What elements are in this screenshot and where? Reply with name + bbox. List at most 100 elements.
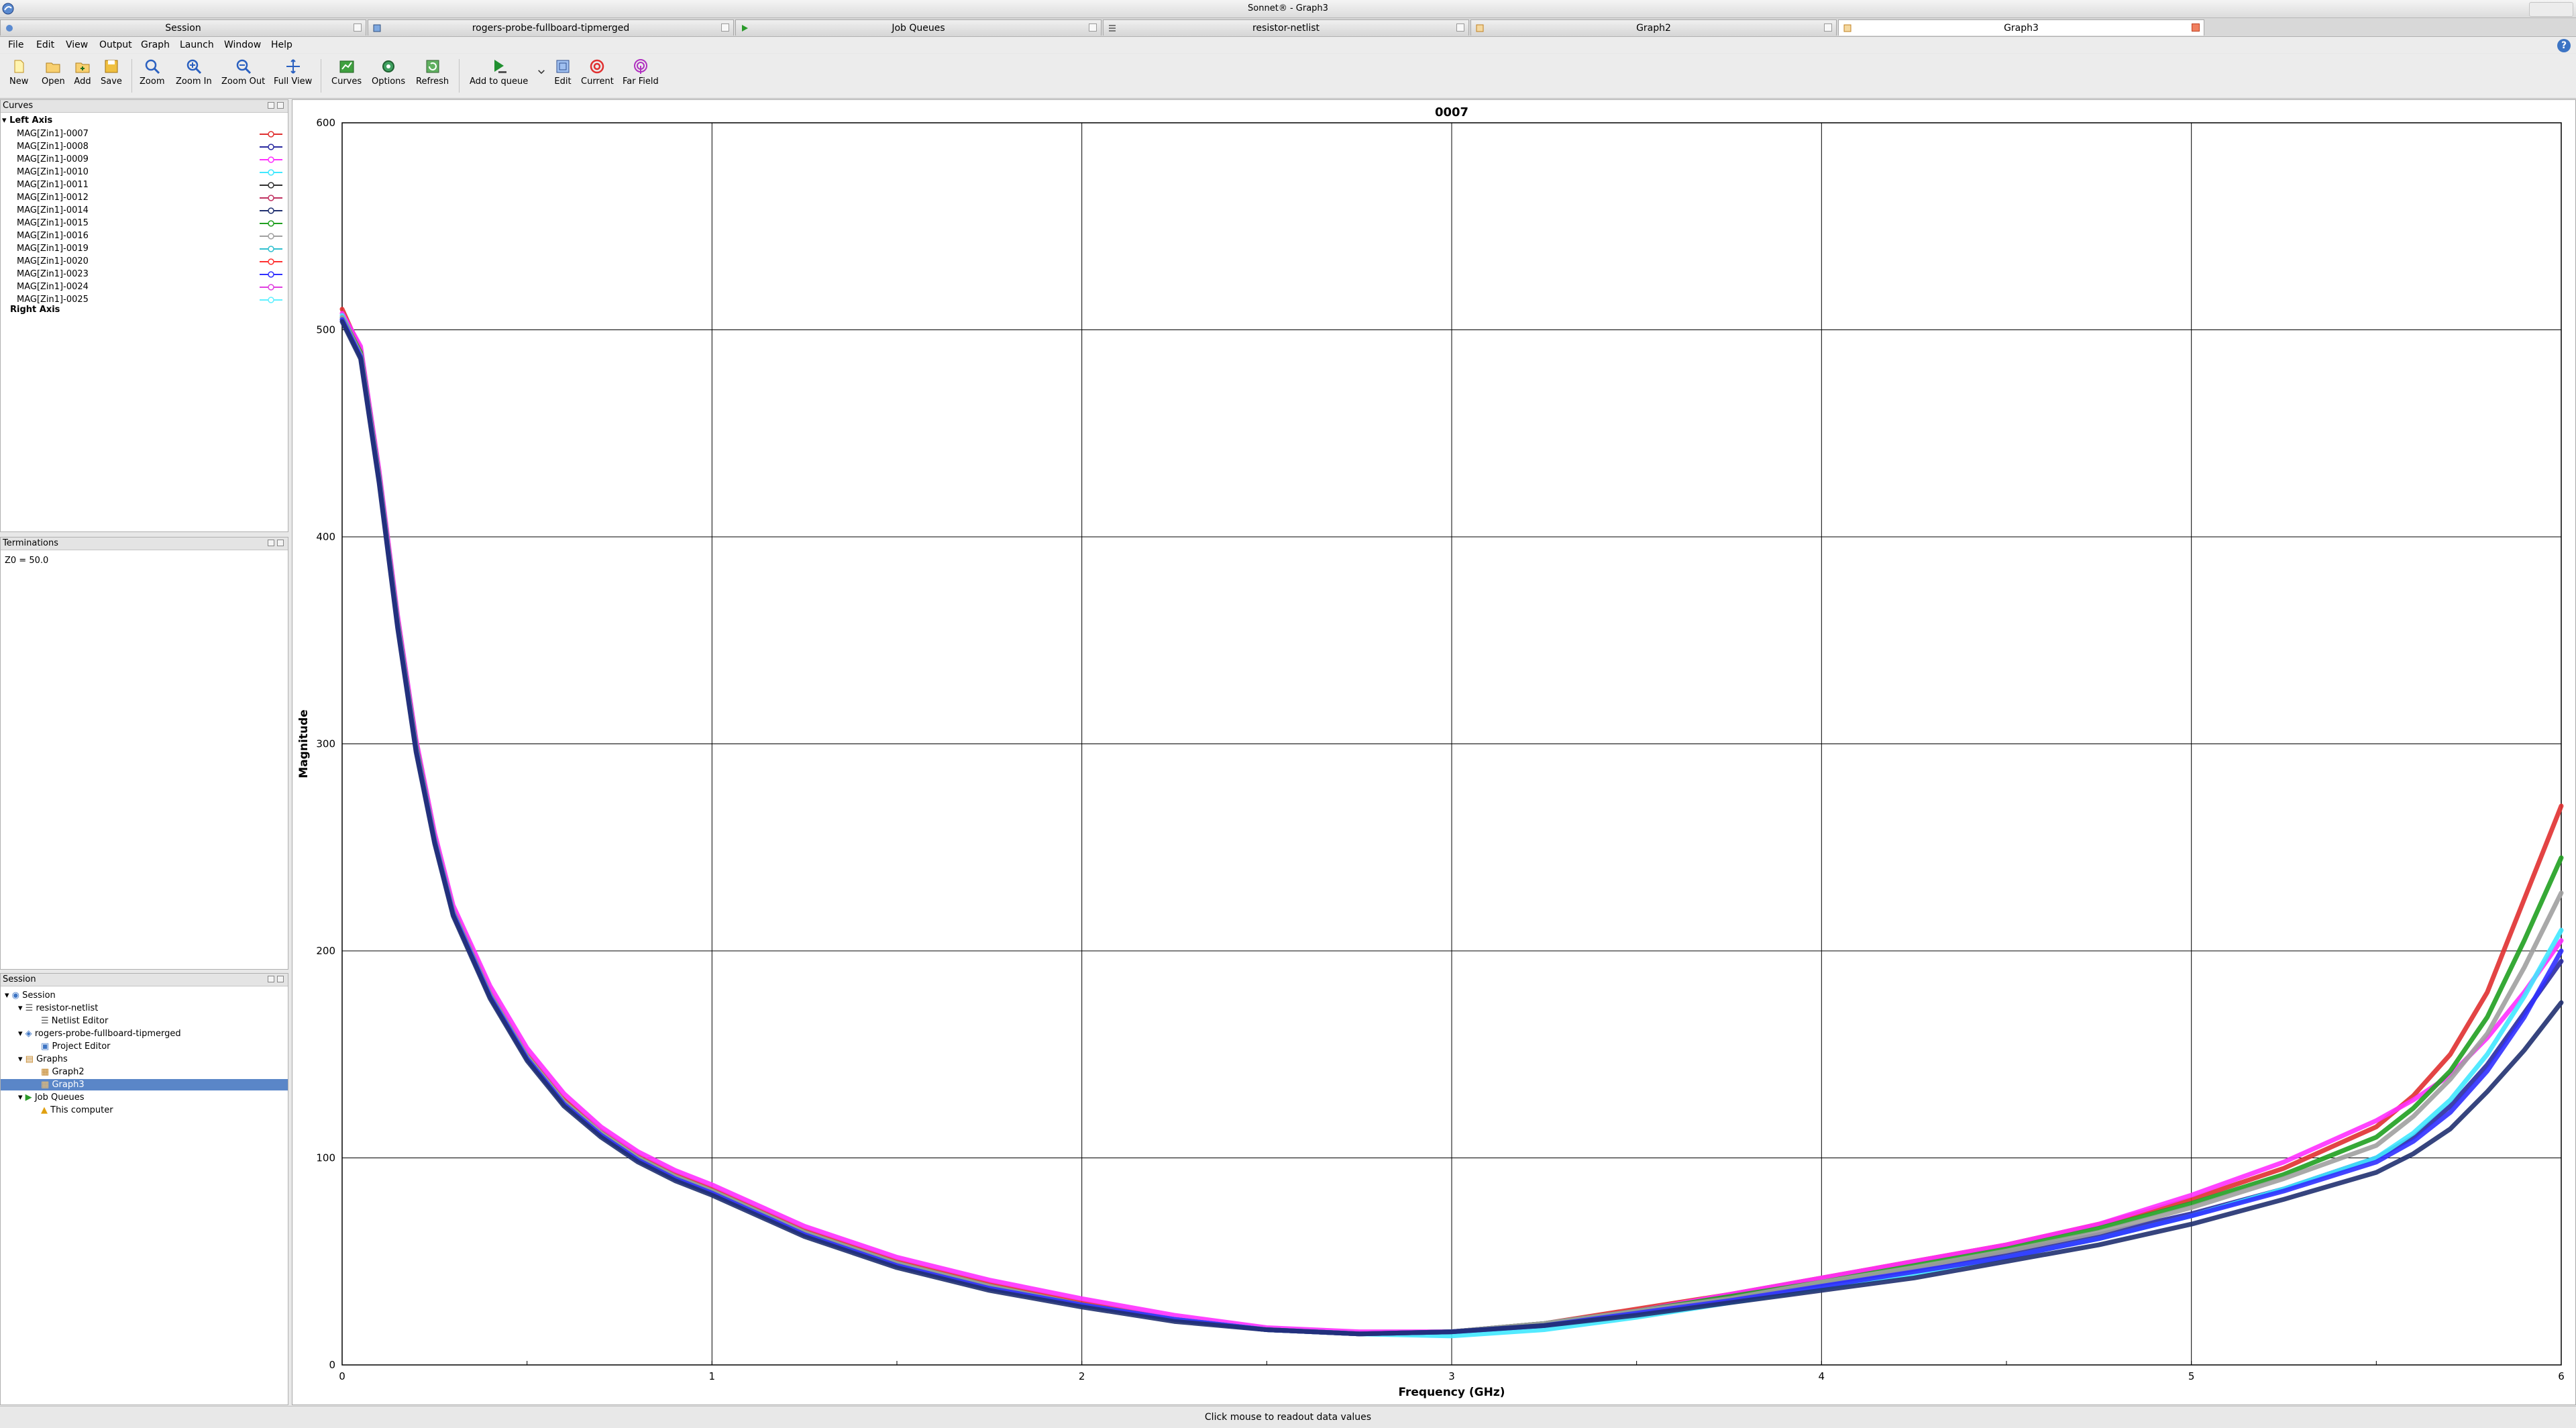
curve-list-item[interactable]: MAG[Zin1]-0024: [17, 281, 89, 293]
tree-resistor-netlist[interactable]: ▾ ☰ resistor-netlist: [18, 1003, 98, 1014]
zoom-icon: [145, 59, 160, 74]
save-button[interactable]: Save: [101, 58, 122, 87]
x-tick-label: 0: [339, 1370, 345, 1382]
curve-list-item[interactable]: MAG[Zin1]-0008: [17, 141, 89, 152]
menu-graph[interactable]: Graph: [141, 40, 170, 50]
tab-graph2[interactable]: Graph2: [1470, 19, 1837, 36]
tree-label: Graph2: [52, 1067, 85, 1077]
menu-output[interactable]: Output: [99, 40, 132, 50]
add-to-queue-dropdown[interactable]: [537, 67, 546, 78]
session-icon: [6, 25, 13, 32]
close-icon[interactable]: [354, 23, 362, 32]
left-axis-node[interactable]: ▾ Left Axis: [2, 115, 52, 126]
tree-session[interactable]: ▾ ◉ Session: [5, 990, 56, 1001]
add-to-queue-button[interactable]: Add to queue: [470, 58, 528, 87]
tab-rogers-probe[interactable]: rogers-probe-fullboard-tipmerged: [368, 19, 734, 36]
float-panel-icon[interactable]: [268, 102, 274, 109]
window-title-bar: Sonnet® - Graph3: [0, 0, 2576, 18]
zoom-out-button[interactable]: Zoom Out: [221, 58, 265, 87]
curve-list-item[interactable]: MAG[Zin1]-0010: [17, 166, 89, 178]
close-icon[interactable]: [2192, 23, 2200, 32]
curve-list-item[interactable]: MAG[Zin1]-0020: [17, 256, 89, 267]
tree-project-editor[interactable]: ▣ Project Editor: [41, 1041, 111, 1052]
curve-list-item[interactable]: MAG[Zin1]-0015: [17, 217, 89, 229]
curve-list-item[interactable]: MAG[Zin1]-0012: [17, 192, 89, 203]
y-axis-label: Magnitude: [297, 709, 311, 778]
curves-panel-header: Curves: [1, 100, 288, 113]
refresh-button[interactable]: Refresh: [416, 58, 449, 87]
tab-job-queues[interactable]: Job Queues: [735, 19, 1102, 36]
curve-list-item[interactable]: MAG[Zin1]-0007: [17, 128, 89, 140]
curve-label: MAG[Zin1]-0009: [17, 154, 89, 164]
menu-help[interactable]: Help: [271, 40, 292, 50]
tree-rogers-project[interactable]: ▾ ◈ rogers-probe-fullboard-tipmerged: [18, 1028, 181, 1039]
curve-list-item[interactable]: MAG[Zin1]-0023: [17, 268, 89, 280]
right-axis-node[interactable]: Right Axis: [10, 304, 60, 315]
tree-label: Graphs: [36, 1054, 68, 1064]
edit-button[interactable]: Edit: [554, 58, 572, 87]
magnitude-chart[interactable]: 0 1 2 3 4 5 6 0 100 200 300 400 500 600 0007 Frequency …: [292, 100, 2575, 1405]
status-text: Click mouse to readout data values: [1204, 1412, 1372, 1423]
tab-resistor-netlist[interactable]: resistor-netlist: [1103, 19, 1469, 36]
tree-netlist-editor[interactable]: ☰ Netlist Editor: [41, 1015, 108, 1027]
close-panel-icon[interactable]: [277, 976, 284, 982]
tree-graph3[interactable]: ▦ Graph3: [1, 1079, 288, 1090]
tree-graph2[interactable]: ▦ Graph2: [41, 1066, 85, 1078]
curve-list-item[interactable]: MAG[Zin1]-0014: [17, 205, 89, 216]
tab-graph3[interactable]: Graph3: [1838, 19, 2204, 36]
full-view-label: Full View: [274, 76, 313, 87]
menu-window[interactable]: Window: [224, 40, 261, 50]
tree-label: Project Editor: [52, 1041, 111, 1052]
window-controls[interactable]: [2529, 2, 2573, 17]
tree-label: This computer: [50, 1105, 113, 1115]
graph-area[interactable]: 0 1 2 3 4 5 6 0 100 200 300 400 500 600 0007 Frequency …: [292, 99, 2576, 1405]
curve-label: MAG[Zin1]-0010: [17, 167, 89, 177]
menu-file[interactable]: File: [8, 40, 23, 50]
session-icon: ◉: [11, 990, 20, 1001]
add-button[interactable]: Add: [74, 58, 91, 87]
close-icon[interactable]: [721, 23, 729, 32]
curve-label: MAG[Zin1]-0011: [17, 180, 89, 190]
close-icon[interactable]: [1824, 23, 1832, 32]
curve-label: MAG[Zin1]-0023: [17, 269, 89, 279]
play-queue-icon: [494, 60, 506, 73]
terminations-panel: Terminations Z0 = 50.0: [0, 537, 288, 970]
zoom-in-button[interactable]: Zoom In: [176, 58, 212, 87]
help-icon[interactable]: ?: [2557, 39, 2571, 52]
close-panel-icon[interactable]: [277, 102, 284, 109]
curve-swatch-icon: [260, 271, 282, 278]
close-icon[interactable]: [1089, 23, 1097, 32]
curve-list-item[interactable]: MAG[Zin1]-0011: [17, 179, 89, 191]
curve-list-item[interactable]: MAG[Zin1]-0009: [17, 154, 89, 165]
menu-launch[interactable]: Launch: [180, 40, 214, 50]
curve-list-item[interactable]: MAG[Zin1]-0025: [17, 294, 89, 305]
float-panel-icon[interactable]: [268, 540, 274, 546]
job-queue-icon: [742, 25, 748, 32]
menu-edit[interactable]: Edit: [36, 40, 54, 50]
tab-label: Session: [165, 23, 201, 34]
tree-graphs[interactable]: ▾ ▤ Graphs: [18, 1054, 68, 1065]
tree-job-queues[interactable]: ▾ ▶ Job Queues: [18, 1092, 84, 1103]
curves-icon: [339, 60, 354, 73]
float-panel-icon[interactable]: [268, 976, 274, 982]
tab-session[interactable]: Session: [0, 19, 366, 36]
current-button[interactable]: Current: [581, 58, 614, 87]
close-panel-icon[interactable]: [277, 540, 284, 546]
curves-button[interactable]: Curves: [331, 58, 362, 87]
session-panel-header: Session: [1, 974, 288, 986]
expand-triangle-icon[interactable]: ▾: [2, 115, 7, 125]
curve-list-item[interactable]: MAG[Zin1]-0016: [17, 230, 89, 242]
tab-label: resistor-netlist: [1252, 23, 1320, 34]
close-icon[interactable]: [1456, 23, 1464, 32]
open-button[interactable]: Open: [42, 58, 65, 87]
zoom-button[interactable]: Zoom: [140, 58, 164, 87]
far-field-button[interactable]: Far Field: [623, 58, 659, 87]
curve-list-item[interactable]: MAG[Zin1]-0019: [17, 243, 89, 254]
full-view-button[interactable]: Full View: [274, 58, 312, 87]
menu-view[interactable]: View: [66, 40, 88, 50]
options-button[interactable]: Options: [372, 58, 405, 87]
window-title: Sonnet® - Graph3: [1248, 3, 1328, 13]
y-tick-label: 400: [316, 531, 335, 543]
tree-this-computer[interactable]: ▲ This computer: [41, 1105, 113, 1116]
new-button[interactable]: New: [9, 58, 28, 87]
